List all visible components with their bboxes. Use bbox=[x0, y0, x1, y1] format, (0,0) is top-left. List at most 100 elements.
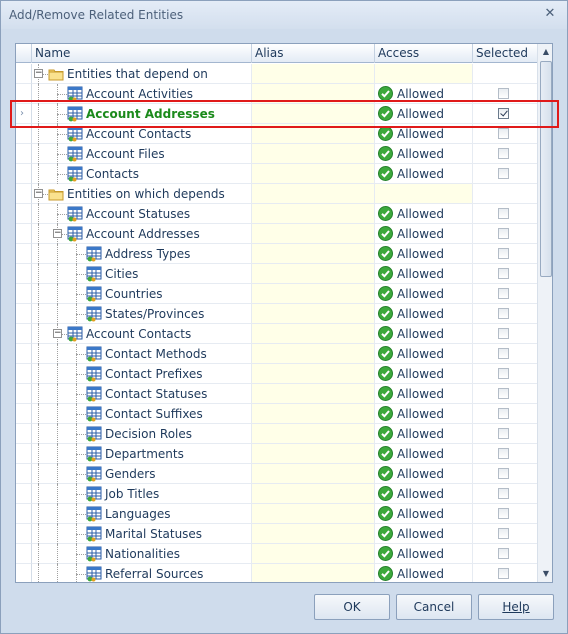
selected-checkbox[interactable] bbox=[498, 328, 509, 339]
close-icon[interactable]: ✕ bbox=[543, 7, 557, 21]
table-row[interactable]: − Account Contacts Allowed bbox=[16, 324, 537, 344]
scroll-thumb[interactable] bbox=[540, 61, 552, 277]
alias-cell[interactable] bbox=[252, 564, 375, 582]
collapse-icon[interactable]: − bbox=[53, 229, 62, 238]
selected-checkbox[interactable] bbox=[498, 268, 509, 279]
name-cell[interactable]: − Entities on which depends bbox=[32, 184, 252, 204]
name-cell[interactable]: − Account Addresses bbox=[32, 224, 252, 244]
table-row[interactable]: Contacts Allowed bbox=[16, 164, 537, 184]
table-row[interactable]: Address Types Allowed bbox=[16, 244, 537, 264]
selected-checkbox[interactable] bbox=[498, 528, 509, 539]
column-header-name[interactable]: Name bbox=[32, 44, 252, 63]
table-row[interactable]: Contact Statuses Allowed bbox=[16, 384, 537, 404]
name-cell[interactable]: Departments bbox=[32, 444, 252, 464]
name-cell[interactable]: Genders bbox=[32, 464, 252, 484]
table-row[interactable]: − Account Addresses Allowed bbox=[16, 224, 537, 244]
collapse-icon[interactable]: − bbox=[34, 69, 43, 78]
group-row[interactable]: − Entities on which depends bbox=[16, 184, 537, 204]
selected-checkbox[interactable] bbox=[498, 368, 509, 379]
alias-cell[interactable] bbox=[252, 424, 375, 444]
alias-cell[interactable] bbox=[252, 264, 375, 284]
selected-checkbox[interactable] bbox=[498, 388, 509, 399]
alias-cell[interactable] bbox=[252, 144, 375, 164]
name-cell[interactable]: Contact Prefixes bbox=[32, 364, 252, 384]
name-cell[interactable]: Address Types bbox=[32, 244, 252, 264]
table-row[interactable]: Job Titles Allowed bbox=[16, 484, 537, 504]
name-cell[interactable]: Decision Roles bbox=[32, 424, 252, 444]
alias-cell[interactable] bbox=[252, 324, 375, 344]
name-cell[interactable]: Nationalities bbox=[32, 544, 252, 564]
alias-cell[interactable] bbox=[252, 524, 375, 544]
table-row[interactable]: Contact Prefixes Allowed bbox=[16, 364, 537, 384]
alias-cell[interactable] bbox=[252, 244, 375, 264]
name-cell[interactable]: Cities bbox=[32, 264, 252, 284]
alias-cell[interactable] bbox=[252, 304, 375, 324]
scroll-up-icon[interactable]: ▲ bbox=[539, 44, 552, 60]
table-row[interactable]: Nationalities Allowed bbox=[16, 544, 537, 564]
selected-checkbox[interactable] bbox=[498, 448, 509, 459]
name-cell[interactable]: Job Titles bbox=[32, 484, 252, 504]
selected-checkbox[interactable] bbox=[498, 488, 509, 499]
name-cell[interactable]: − Account Contacts bbox=[32, 324, 252, 344]
ok-button[interactable]: OK bbox=[314, 594, 390, 620]
selected-checkbox[interactable] bbox=[498, 228, 509, 239]
alias-cell[interactable] bbox=[252, 544, 375, 564]
collapse-icon[interactable]: − bbox=[53, 329, 62, 338]
cancel-button[interactable]: Cancel bbox=[396, 594, 472, 620]
selected-checkbox[interactable] bbox=[498, 428, 509, 439]
selected-checkbox[interactable] bbox=[498, 168, 509, 179]
name-cell[interactable]: Account Files bbox=[32, 144, 252, 164]
selected-checkbox[interactable] bbox=[498, 408, 509, 419]
selected-checkbox[interactable] bbox=[498, 248, 509, 259]
table-row[interactable]: Departments Allowed bbox=[16, 444, 537, 464]
alias-cell[interactable] bbox=[252, 224, 375, 244]
selected-checkbox[interactable] bbox=[498, 148, 509, 159]
alias-cell[interactable] bbox=[252, 164, 375, 184]
name-cell[interactable]: Contacts bbox=[32, 164, 252, 184]
name-cell[interactable]: Account Statuses bbox=[32, 204, 252, 224]
alias-cell[interactable] bbox=[252, 444, 375, 464]
column-header-alias[interactable]: Alias bbox=[252, 44, 375, 63]
alias-cell[interactable] bbox=[252, 504, 375, 524]
name-cell[interactable]: Languages bbox=[32, 504, 252, 524]
table-row[interactable]: Cities Allowed bbox=[16, 264, 537, 284]
name-cell[interactable]: Marital Statuses bbox=[32, 524, 252, 544]
selected-checkbox[interactable] bbox=[498, 568, 509, 579]
alias-cell[interactable] bbox=[252, 484, 375, 504]
table-row[interactable]: Referral Sources Allowed bbox=[16, 564, 537, 582]
table-row[interactable]: Account Statuses Allowed bbox=[16, 204, 537, 224]
table-row[interactable]: Marital Statuses Allowed bbox=[16, 524, 537, 544]
column-header-access[interactable]: Access bbox=[375, 44, 473, 63]
scroll-down-icon[interactable]: ▼ bbox=[539, 566, 552, 582]
alias-cell[interactable] bbox=[252, 384, 375, 404]
selected-checkbox[interactable] bbox=[498, 508, 509, 519]
table-row[interactable]: Decision Roles Allowed bbox=[16, 424, 537, 444]
name-cell[interactable]: Contact Suffixes bbox=[32, 404, 252, 424]
name-cell[interactable]: Contact Statuses bbox=[32, 384, 252, 404]
selected-checkbox[interactable] bbox=[498, 88, 509, 99]
table-row[interactable]: Genders Allowed bbox=[16, 464, 537, 484]
collapse-icon[interactable]: − bbox=[34, 189, 43, 198]
table-row[interactable]: States/Provinces Allowed bbox=[16, 304, 537, 324]
alias-cell[interactable] bbox=[252, 204, 375, 224]
table-row[interactable]: Contact Methods Allowed bbox=[16, 344, 537, 364]
alias-cell[interactable] bbox=[252, 284, 375, 304]
selected-checkbox[interactable] bbox=[498, 208, 509, 219]
table-row[interactable]: Account Files Allowed bbox=[16, 144, 537, 164]
help-button[interactable]: Help bbox=[478, 594, 554, 620]
alias-cell[interactable] bbox=[252, 364, 375, 384]
column-header-selected[interactable]: Selected bbox=[473, 44, 537, 63]
selected-checkbox[interactable] bbox=[498, 548, 509, 559]
name-cell[interactable]: − Entities that depend on bbox=[32, 64, 252, 84]
alias-cell[interactable] bbox=[252, 464, 375, 484]
alias-cell[interactable] bbox=[252, 344, 375, 364]
name-cell[interactable]: Contact Methods bbox=[32, 344, 252, 364]
table-row[interactable]: Countries Allowed bbox=[16, 284, 537, 304]
selected-checkbox[interactable] bbox=[498, 308, 509, 319]
name-cell[interactable]: Referral Sources bbox=[32, 564, 252, 582]
name-cell[interactable]: Countries bbox=[32, 284, 252, 304]
group-row[interactable]: − Entities that depend on bbox=[16, 64, 537, 84]
table-row[interactable]: Languages Allowed bbox=[16, 504, 537, 524]
selected-checkbox[interactable] bbox=[498, 468, 509, 479]
selected-checkbox[interactable] bbox=[498, 128, 509, 139]
